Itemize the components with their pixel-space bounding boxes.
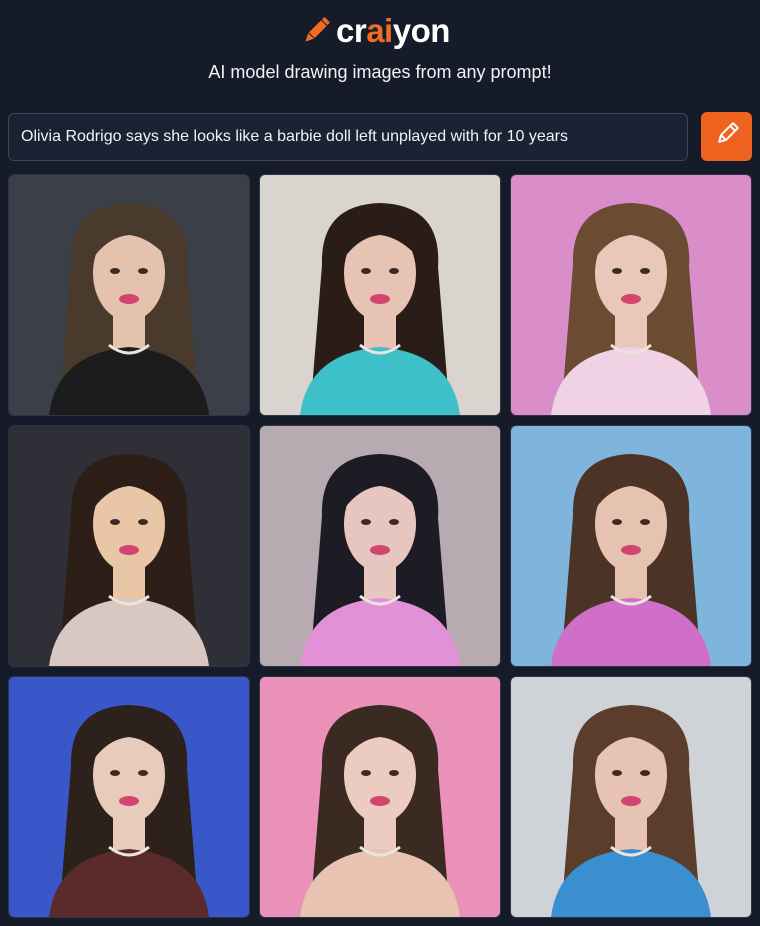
result-image[interactable] xyxy=(259,676,501,918)
portrait-illustration xyxy=(511,426,751,666)
result-image[interactable] xyxy=(8,174,250,416)
brand-suffix: yon xyxy=(392,12,451,49)
portrait-illustration xyxy=(9,175,249,415)
portrait-illustration xyxy=(260,426,500,666)
brand-accent: ai xyxy=(366,12,393,49)
portrait-illustration xyxy=(9,426,249,666)
result-image[interactable] xyxy=(259,425,501,667)
brand-prefix: cr xyxy=(336,12,367,49)
portrait-illustration xyxy=(511,175,751,415)
result-image[interactable] xyxy=(8,676,250,918)
header: craiyon AI model drawing images from any… xyxy=(0,0,760,112)
result-image[interactable] xyxy=(8,425,250,667)
prompt-input[interactable]: Olivia Rodrigo says she looks like a bar… xyxy=(8,113,688,161)
results-grid xyxy=(8,174,752,918)
portrait-illustration xyxy=(260,677,500,917)
craiyon-logo[interactable]: craiyon xyxy=(298,11,450,51)
pencil-icon xyxy=(298,13,334,49)
result-image[interactable] xyxy=(510,425,752,667)
portrait-illustration xyxy=(9,677,249,917)
result-image[interactable] xyxy=(510,174,752,416)
portrait-illustration xyxy=(260,175,500,415)
brand-name: craiyon xyxy=(336,12,450,50)
result-image[interactable] xyxy=(510,676,752,918)
tagline: AI model drawing images from any prompt! xyxy=(208,62,552,82)
result-image[interactable] xyxy=(259,174,501,416)
pencil-icon xyxy=(713,120,741,153)
draw-button[interactable] xyxy=(701,112,752,161)
portrait-illustration xyxy=(511,677,751,917)
